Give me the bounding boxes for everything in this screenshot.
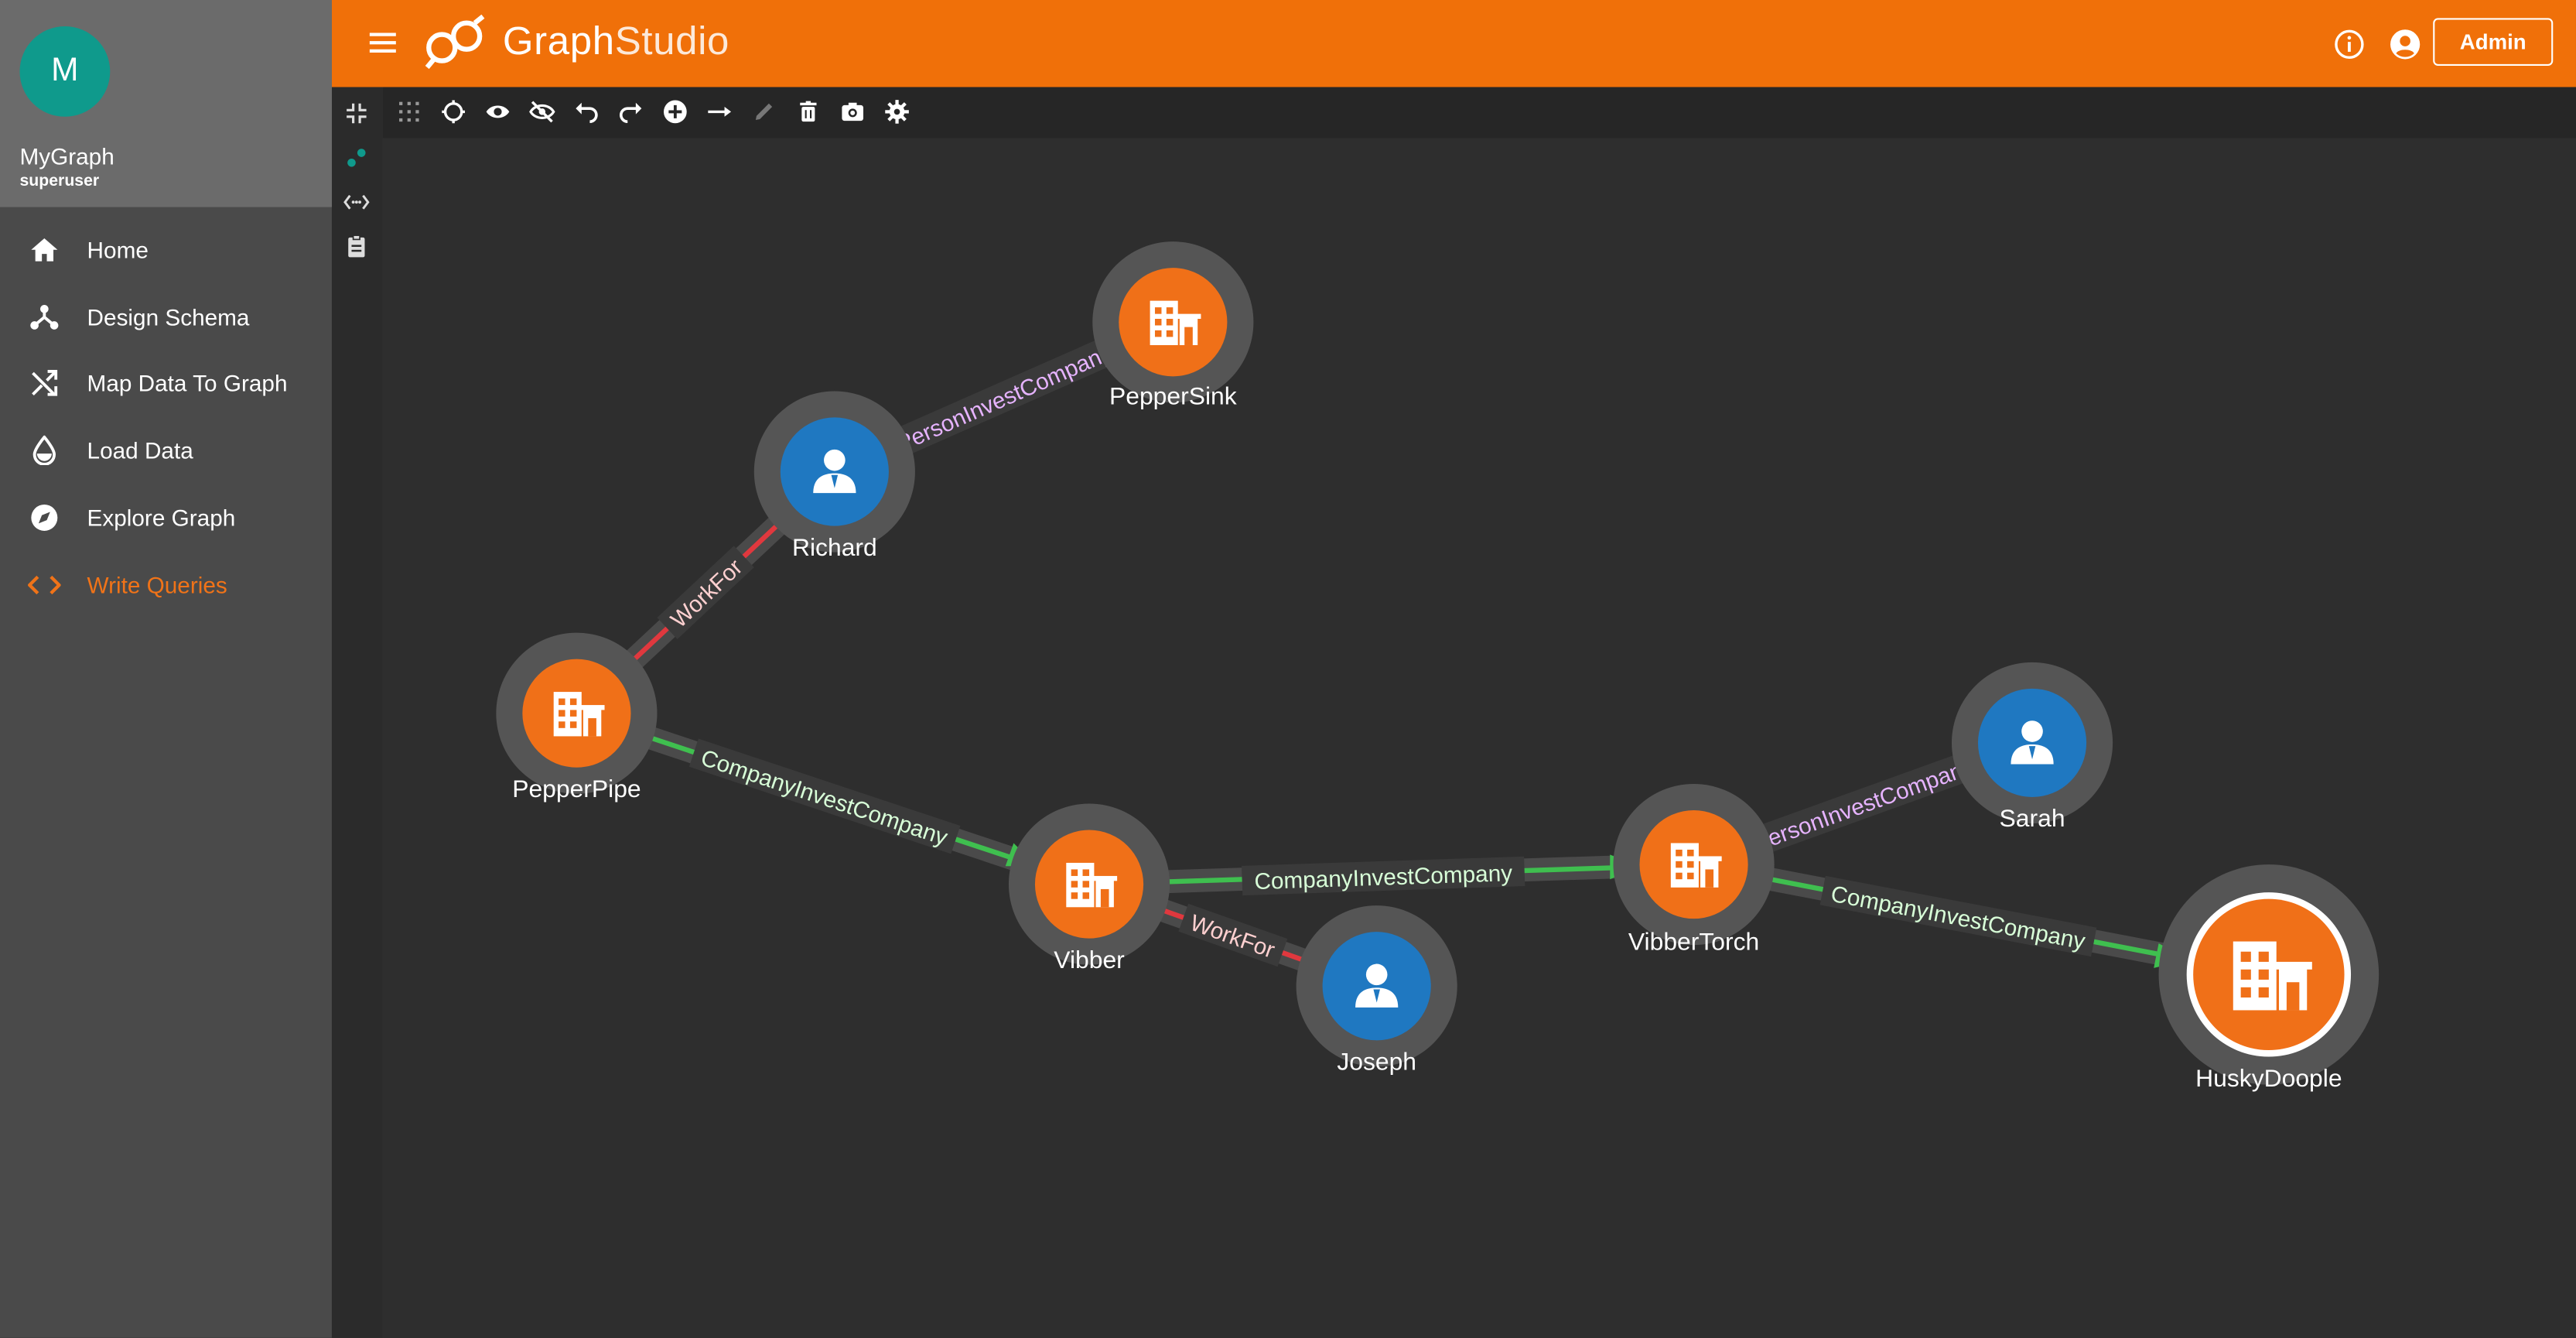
drop-icon [26, 433, 63, 469]
account-icon[interactable] [2389, 28, 2421, 60]
vertex-sarah[interactable]: Sarah [1951, 662, 2113, 832]
graph-view-icon[interactable] [343, 145, 370, 171]
camera-icon[interactable] [839, 98, 866, 125]
json-view-icon[interactable] [343, 189, 370, 215]
side-rail [331, 87, 384, 1338]
user-role: superuser [19, 172, 100, 191]
collapse-icon[interactable] [343, 101, 370, 127]
vertex-label: Sarah [2000, 804, 2065, 832]
undo-icon[interactable] [573, 98, 600, 125]
vertex-label: VibberTorch [1628, 928, 1759, 956]
edge-pepperpipe-vibber[interactable]: CompanyInvestCompany [572, 702, 1093, 895]
graph-canvas[interactable]: PersonInvestCompany WorkFor CompanyInves… [382, 138, 2576, 1338]
home-icon [26, 231, 63, 268]
add-edge-icon[interactable] [706, 98, 733, 125]
nav-item-write-queries[interactable]: Write Queries [0, 553, 332, 618]
nav-item-home[interactable]: Home [0, 217, 332, 282]
admin-button[interactable]: Admin [2433, 18, 2554, 66]
graph-name: MyGraph [19, 142, 114, 169]
graph-toolbar [382, 87, 2576, 139]
show-icon[interactable] [484, 98, 511, 125]
menu-icon[interactable] [368, 28, 398, 57]
vertex-huskydoople[interactable]: HuskyDoople [2158, 864, 2380, 1092]
graphstudio-logo-icon [421, 13, 490, 80]
edge-label: WorkFor [666, 554, 747, 633]
edge-label: CompanyInvestCompany [698, 745, 951, 851]
edge-label: WorkFor [1187, 910, 1278, 963]
schema-icon [26, 299, 63, 336]
info-icon[interactable] [2333, 28, 2366, 60]
vertex-joseph[interactable]: Joseph [1296, 905, 1457, 1076]
hide-icon[interactable] [529, 98, 555, 125]
nav-label: Home [87, 236, 149, 263]
vertex-label: Vibber [1054, 946, 1125, 974]
nav-item-design-schema[interactable]: Design Schema [0, 284, 332, 350]
vertex-label: Joseph [1337, 1048, 1416, 1076]
nav-item-load-data[interactable]: Load Data [0, 417, 332, 483]
vertex-label: Richard [792, 533, 877, 561]
code-icon [26, 567, 63, 604]
shuffle-icon [26, 364, 63, 401]
vertex-label: PepperPipe [512, 775, 641, 802]
nav-label: Load Data [87, 436, 193, 464]
nav-item-map-data[interactable]: Map Data To Graph [0, 350, 332, 416]
nav-label: Map Data To Graph [87, 369, 288, 396]
nav-item-explore-graph[interactable]: Explore Graph [0, 484, 332, 550]
vertex-label: HuskyDoople [2195, 1064, 2342, 1092]
edit-icon[interactable] [751, 98, 777, 125]
vertex-vibber[interactable]: Vibber [1008, 803, 1170, 974]
vertex-pepperpipe[interactable]: PepperPipe [496, 632, 658, 802]
grid-layout-icon[interactable] [396, 98, 422, 125]
redo-icon[interactable] [618, 98, 644, 125]
nav-label: Design Schema [87, 303, 250, 330]
edge-label: PersonInvestCompany [1750, 754, 1977, 857]
sidebar: M MyGraph superuser Home Design Schema M… [0, 0, 332, 1338]
edge-label: CompanyInvestCompany [1829, 881, 2087, 955]
top-bar: GraphStudio Admin [331, 0, 2576, 87]
profile-panel: M MyGraph superuser [0, 0, 332, 207]
locate-icon[interactable] [440, 98, 466, 125]
avatar[interactable]: M [19, 26, 111, 117]
delete-icon[interactable] [795, 98, 822, 125]
nav-label: Write Queries [87, 572, 227, 599]
vertex-label: PepperSink [1109, 382, 1237, 409]
add-icon[interactable] [662, 98, 688, 125]
app-title: GraphStudio [502, 19, 730, 64]
nav-label: Explore Graph [87, 504, 236, 531]
vertex-peppersink[interactable]: PepperSink [1092, 241, 1254, 409]
log-icon[interactable] [343, 234, 370, 260]
compass-icon [26, 500, 63, 536]
edge-vibber-vibbertorch[interactable]: CompanyInvestCompany [1088, 853, 1695, 896]
edge-label: PersonInvestCompany [893, 340, 1116, 457]
vertex-vibbertorch[interactable]: VibberTorch [1613, 784, 1775, 956]
settings-icon[interactable] [884, 98, 910, 125]
